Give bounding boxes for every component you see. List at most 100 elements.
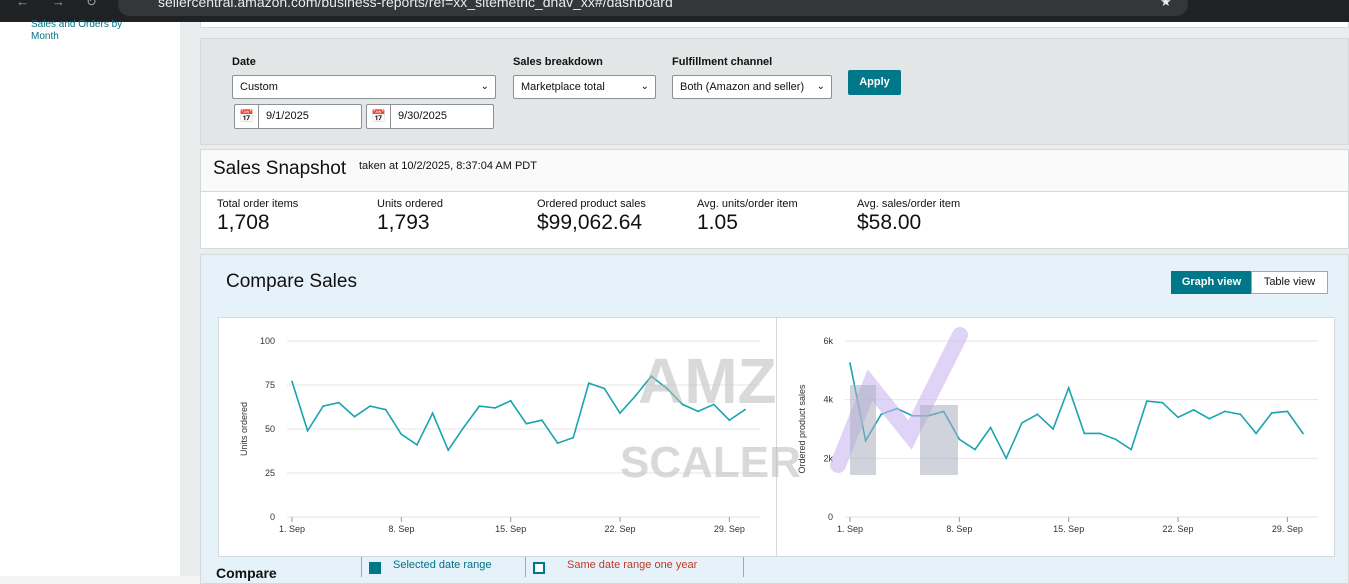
data-point — [509, 399, 512, 402]
x-tick-label: 29. Sep — [1272, 524, 1303, 534]
data-point — [1005, 457, 1008, 460]
data-point — [494, 406, 496, 409]
legend-separator — [361, 557, 362, 577]
data-point — [1099, 432, 1101, 435]
start-date-field[interactable]: 📅 9/1/2025 — [234, 104, 362, 129]
data-point — [665, 387, 668, 390]
metric-value: $99,062.64 — [537, 211, 643, 234]
y-tick-label: 50 — [265, 424, 275, 434]
data-point — [369, 405, 372, 408]
data-point — [728, 419, 731, 422]
data-point — [1052, 428, 1054, 430]
metric-ordered-product-sales: Ordered product sales $99,062.64 — [537, 198, 646, 235]
data-point — [1020, 422, 1023, 425]
metric-avg-units: Avg. units/order item 1.05 — [697, 198, 798, 235]
data-point — [1114, 438, 1117, 441]
date-select-value: Custom — [240, 81, 278, 93]
snapshot-header: Sales Snapshot taken at 10/2/2025, 8:37:… — [201, 150, 1348, 192]
data-point — [572, 436, 575, 439]
data-point — [353, 415, 356, 418]
metric-label: Avg. units/order item — [697, 198, 798, 210]
breakdown-select[interactable]: Marketplace total ⌄ — [513, 75, 656, 99]
star-icon[interactable]: ★ — [1160, 0, 1172, 10]
data-point — [880, 413, 883, 416]
metric-label: Ordered product sales — [537, 198, 646, 210]
end-date-value: 9/30/2025 — [398, 110, 447, 122]
x-tick-label: 22. Sep — [605, 524, 636, 534]
forward-icon[interactable]: → — [52, 0, 65, 9]
data-point — [942, 410, 945, 413]
y-tick-label: 0 — [828, 512, 833, 522]
breakdown-select-value: Marketplace total — [521, 81, 605, 93]
data-point — [556, 442, 559, 444]
data-point — [1083, 432, 1086, 435]
main-content: Date Custom ⌄ 📅 9/1/2025 📅 9/30/2025 Sal… — [180, 22, 1349, 584]
graph-view-button[interactable]: Graph view — [1171, 271, 1252, 294]
calendar-icon[interactable]: 📅 — [367, 105, 391, 128]
units-ordered-chart: 0 25 50 75 100 1. Sep 8. Sep 15. Sep 22. Sep 29. … — [239, 336, 760, 534]
data-point — [416, 443, 418, 446]
calendar-icon[interactable]: 📅 — [235, 105, 259, 128]
x-tick-label: 1. Sep — [837, 524, 863, 534]
y-tick-label: 0 — [270, 512, 275, 522]
legend-separator — [743, 557, 744, 577]
metric-value: 1.05 — [697, 211, 738, 234]
legend-separator — [525, 557, 526, 577]
data-point — [1067, 387, 1070, 389]
data-point — [989, 426, 992, 429]
legend-last-year[interactable]: Same date range one year — [567, 559, 697, 571]
x-tick-label: 8. Sep — [946, 524, 972, 534]
data-point — [634, 394, 637, 397]
sidebar: Sales and Orders by Month — [0, 19, 180, 576]
data-point — [322, 405, 325, 408]
browser-toolbar: ← → ↻ sellercentral.amazon.com/business-… — [0, 0, 1349, 22]
x-tick-label: 8. Sep — [388, 524, 414, 534]
x-tick-label: 15. Sep — [495, 524, 526, 534]
metric-label: Units ordered — [377, 198, 444, 210]
data-point — [744, 408, 746, 411]
data-point — [681, 403, 684, 406]
checkbox-selected-range[interactable] — [369, 562, 381, 574]
apply-button[interactable]: Apply — [848, 70, 901, 95]
compare-title: Compare Sales — [226, 271, 357, 292]
y-axis-label: Ordered product sales — [797, 384, 807, 474]
header-strip — [200, 22, 1349, 28]
data-point — [849, 362, 851, 364]
legend-selected-range[interactable]: Selected date range — [393, 559, 491, 571]
y-tick-label: 2k — [823, 453, 833, 463]
reload-icon[interactable]: ↻ — [86, 0, 97, 10]
data-point — [619, 412, 621, 415]
sales-snapshot-panel: Sales Snapshot taken at 10/2/2025, 8:37:… — [200, 149, 1349, 249]
data-point — [1302, 432, 1304, 435]
metric-label: Avg. sales/order item — [857, 198, 961, 210]
table-view-button[interactable]: Table view — [1251, 271, 1328, 294]
y-tick-label: 4k — [823, 395, 833, 405]
end-date-field[interactable]: 📅 9/30/2025 — [366, 104, 494, 129]
data-point — [1036, 413, 1039, 416]
sidebar-link-sales-by-month[interactable]: Sales and Orders by Month — [31, 19, 151, 43]
y-tick-label: 25 — [265, 468, 275, 478]
snapshot-title: Sales Snapshot — [213, 158, 347, 179]
graphs-container: 0 25 50 75 100 1. Sep 8. Sep 15. Sep 22. Sep 29. … — [218, 317, 1335, 557]
checkbox-last-year[interactable] — [533, 562, 545, 574]
x-tick-label: 15. Sep — [1053, 524, 1084, 534]
x-tick-label: 29. Sep — [714, 524, 745, 534]
data-point — [462, 426, 465, 429]
data-point — [525, 422, 528, 425]
channel-select[interactable]: Both (Amazon and seller) ⌄ — [672, 75, 832, 99]
data-point — [650, 375, 653, 378]
data-point — [431, 412, 434, 415]
y-tick-label: 75 — [265, 380, 275, 390]
back-icon[interactable]: ← — [16, 0, 29, 9]
address-bar[interactable]: sellercentral.amazon.com/business-report… — [118, 0, 1188, 16]
breakdown-label: Sales breakdown — [513, 56, 603, 68]
date-select[interactable]: Custom ⌄ — [232, 75, 496, 99]
data-point — [1239, 413, 1242, 416]
data-point — [911, 414, 914, 417]
x-tick-label: 1. Sep — [279, 524, 305, 534]
metric-avg-sales: Avg. sales/order item $58.00 — [857, 198, 960, 235]
data-point — [712, 403, 715, 406]
data-point — [337, 401, 340, 404]
data-point — [587, 382, 590, 385]
snapshot-timestamp: taken at 10/2/2025, 8:37:04 AM PDT — [359, 160, 537, 172]
